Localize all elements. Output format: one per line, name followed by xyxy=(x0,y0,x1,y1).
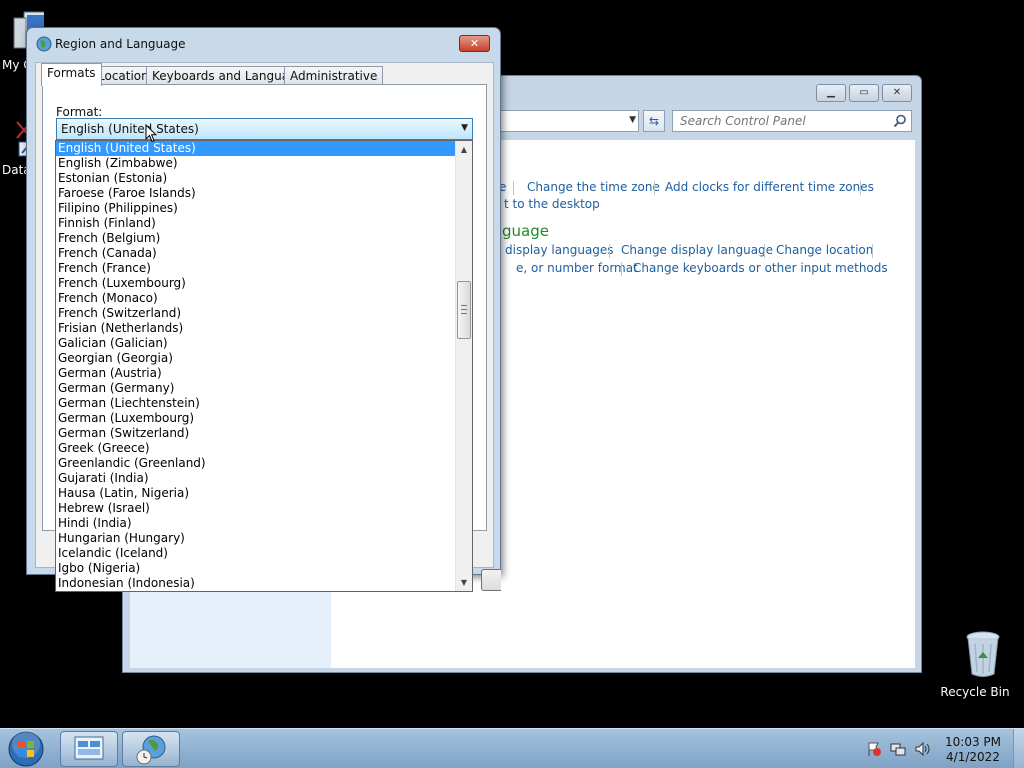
link-fragment-number-format[interactable]: e, or number format xyxy=(516,261,638,275)
format-option[interactable]: French (France) xyxy=(56,261,455,276)
format-option[interactable]: German (Germany) xyxy=(56,381,455,396)
format-option[interactable]: English (Zimbabwe) xyxy=(56,156,455,171)
link-separator xyxy=(860,181,861,195)
search-box[interactable] xyxy=(672,110,912,132)
format-option[interactable]: Filipino (Philippines) xyxy=(56,201,455,216)
maximize-button[interactable]: ▭ xyxy=(849,84,879,102)
tab-administrative[interactable]: Administrative xyxy=(284,66,384,85)
format-option[interactable]: Greek (Greece) xyxy=(56,441,455,456)
tab-formats[interactable]: Formats xyxy=(41,63,102,86)
change-location-link[interactable]: Change location xyxy=(776,243,873,257)
format-option[interactable]: Igbo (Nigeria) xyxy=(56,561,455,576)
format-option[interactable]: Hausa (Latin, Nigeria) xyxy=(56,486,455,501)
format-option[interactable]: Greenlandic (Greenland) xyxy=(56,456,455,471)
minimize-button[interactable]: ▁ xyxy=(816,84,846,102)
format-option[interactable]: Faroese (Faroe Islands) xyxy=(56,186,455,201)
change-time-zone-link[interactable]: Change the time zone xyxy=(527,180,660,194)
format-option[interactable]: Galician (Galician) xyxy=(56,336,455,351)
link-separator xyxy=(764,244,765,258)
link-fragment-display-languages[interactable]: display languages xyxy=(505,243,614,257)
format-option[interactable]: Estonian (Estonia) xyxy=(56,171,455,186)
dialog-title: Region and Language xyxy=(55,37,186,51)
chevron-down-icon[interactable]: ▼ xyxy=(461,123,468,133)
format-option[interactable]: Hebrew (Israel) xyxy=(56,501,455,516)
search-icon[interactable] xyxy=(893,114,907,128)
globe-clock-icon xyxy=(136,735,166,765)
format-option[interactable]: Indonesian (Indonesia) xyxy=(56,576,455,591)
format-option[interactable]: English (United States) xyxy=(56,141,455,156)
dialog-close-button[interactable]: ✕ xyxy=(459,35,490,52)
format-label: Format: xyxy=(56,105,103,119)
format-option[interactable]: French (Canada) xyxy=(56,246,455,261)
format-option[interactable]: French (Belgium) xyxy=(56,231,455,246)
refresh-icon: ⇆ xyxy=(648,114,660,128)
desktop: My C Data Recycle Bin ▁ ▭ ✕ ▼ ⇆ Search C… xyxy=(0,0,1024,768)
format-option[interactable]: French (Monaco) xyxy=(56,291,455,306)
clock-language-region-heading[interactable]: guage xyxy=(502,222,549,240)
scroll-down-button[interactable]: ▼ xyxy=(456,574,472,591)
link-separator xyxy=(621,262,622,276)
recycle-bin-label: Recycle Bin xyxy=(940,685,1010,699)
format-selected-value: English (United States) xyxy=(61,122,199,136)
grip-icon xyxy=(461,305,467,314)
control-panel-icon xyxy=(74,736,104,760)
format-option[interactable]: German (Austria) xyxy=(56,366,455,381)
start-button[interactable] xyxy=(6,730,46,768)
taskbar-region-language-button[interactable] xyxy=(122,731,180,767)
format-combobox[interactable]: English (United States) ▼ xyxy=(56,118,473,140)
recycle-bin-icon xyxy=(966,631,999,677)
globe-icon xyxy=(36,36,52,52)
format-option[interactable]: French (Luxembourg) xyxy=(56,276,455,291)
network-icon[interactable] xyxy=(890,741,906,757)
dropdown-scrollbar[interactable]: ▲ ▼ xyxy=(455,141,472,591)
format-option[interactable]: German (Luxembourg) xyxy=(56,411,455,426)
format-option[interactable]: Gujarati (India) xyxy=(56,471,455,486)
format-option[interactable]: Icelandic (Iceland) xyxy=(56,546,455,561)
format-option[interactable]: Hindi (India) xyxy=(56,516,455,531)
format-option[interactable]: German (Liechtenstein) xyxy=(56,396,455,411)
add-clocks-link[interactable]: Add clocks for different time zones xyxy=(665,180,874,194)
format-options: English (United States) English (Zimbabwe… xyxy=(56,141,455,591)
format-option[interactable]: Georgian (Georgia) xyxy=(56,351,455,366)
link-separator xyxy=(609,244,610,258)
recycle-bin-desktop-icon[interactable]: Recycle Bin xyxy=(940,630,1010,699)
scroll-up-button[interactable]: ▲ xyxy=(456,141,472,158)
show-desktop-button[interactable] xyxy=(1013,729,1024,768)
clock[interactable]: 10:03 PM 4/1/2022 xyxy=(940,735,1006,765)
format-option[interactable]: Finnish (Finland) xyxy=(56,216,455,231)
scrollbar-thumb[interactable] xyxy=(457,281,471,339)
chevron-down-icon[interactable]: ▼ xyxy=(629,115,636,125)
volume-icon[interactable] xyxy=(914,741,930,757)
link-fragment-desktop[interactable]: t to the desktop xyxy=(504,197,600,211)
taskbar-control-panel-button[interactable] xyxy=(60,731,118,767)
format-option[interactable]: Frisian (Netherlands) xyxy=(56,321,455,336)
format-option[interactable]: Hungarian (Hungary) xyxy=(56,531,455,546)
refresh-button[interactable]: ⇆ xyxy=(643,110,665,132)
clock-time: 10:03 PM xyxy=(945,735,1001,749)
change-keyboards-link[interactable]: Change keyboards or other input methods xyxy=(633,261,888,275)
link-separator xyxy=(872,244,873,258)
action-center-flag-icon[interactable] xyxy=(866,741,882,757)
ok-button[interactable] xyxy=(481,569,501,591)
change-display-language-link[interactable]: Change display language xyxy=(621,243,773,257)
mouse-pointer-icon xyxy=(145,124,157,143)
format-option[interactable]: French (Switzerland) xyxy=(56,306,455,321)
link-separator xyxy=(513,181,514,195)
format-option[interactable]: German (Switzerland) xyxy=(56,426,455,441)
close-button[interactable]: ✕ xyxy=(882,84,912,102)
search-input[interactable] xyxy=(673,111,883,131)
taskbar: 10:03 PM 4/1/2022 xyxy=(0,728,1024,768)
address-bar[interactable]: ▼ xyxy=(499,110,639,132)
link-separator xyxy=(654,181,655,195)
format-dropdown-list[interactable]: English (United States) English (Zimbabwe… xyxy=(55,140,473,592)
clock-date: 4/1/2022 xyxy=(946,750,1000,764)
